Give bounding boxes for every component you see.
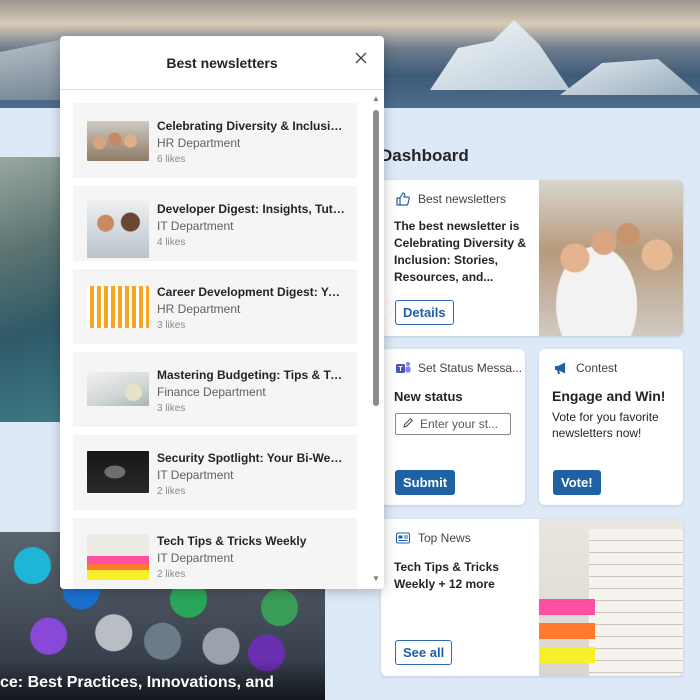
scroll-up-icon[interactable]: ▲ <box>372 95 380 103</box>
thumbnail-image <box>87 451 149 493</box>
details-button[interactable]: Details <box>395 300 454 325</box>
article-image[interactable] <box>0 157 60 422</box>
card-body-text: Tech Tips & Tricks Weekly + 12 more <box>394 560 499 591</box>
thumbnail-image <box>87 534 149 580</box>
thumbnail-image <box>87 372 149 406</box>
list-item[interactable]: Mastering Budgeting: Tips & Tri... Finan… <box>73 352 357 427</box>
dashboard-title: Dashboard <box>380 146 469 165</box>
notebook-photo <box>539 519 683 676</box>
article-caption[interactable]: ce: Best Practices, Innovations, and <box>0 674 274 692</box>
item-title: Mastering Budgeting: Tips & Tri... <box>157 368 345 382</box>
contest-card: Contest Engage and Win! Vote for you fav… <box>539 349 683 505</box>
item-likes: 2 likes <box>157 569 186 580</box>
item-department: HR Department <box>157 302 241 316</box>
card-header-label: Best newsletters <box>418 192 507 206</box>
thumbnail-image <box>87 286 149 328</box>
item-title: Security Spotlight: Your Bi-Wee... <box>157 451 345 465</box>
teams-icon: T <box>394 359 412 377</box>
thumbnail-image <box>87 200 149 258</box>
list-item[interactable]: Tech Tips & Tricks Weekly IT Department … <box>73 518 357 589</box>
svg-text:T: T <box>398 366 403 373</box>
list-item[interactable]: Developer Digest: Insights, Tuto... IT D… <box>73 186 357 261</box>
top-news-card: Top News Tech Tips & Tricks Weekly + 12 … <box>381 519 683 676</box>
new-status-label: New status <box>394 389 463 404</box>
megaphone-icon <box>552 359 570 377</box>
item-likes: 6 likes <box>157 154 186 165</box>
status-input-placeholder: Enter your st... <box>420 417 499 431</box>
item-department: Finance Department <box>157 385 266 399</box>
contest-subtext: Vote for you favorite newsletters now! <box>552 410 659 440</box>
item-title: Developer Digest: Insights, Tuto... <box>157 202 345 216</box>
best-newsletters-popup: Best newsletters Celebrating Diversity &… <box>60 36 384 589</box>
item-title: Celebrating Diversity & Inclusio... <box>157 119 345 133</box>
newsletter-list: Celebrating Diversity & Inclusio... HR D… <box>73 103 357 589</box>
card-body-text: The best newsletter is Celebrating Diver… <box>394 219 527 284</box>
news-icon <box>394 529 412 547</box>
item-department: IT Department <box>157 551 234 565</box>
popup-title: Best newsletters <box>166 55 278 71</box>
see-all-button[interactable]: See all <box>395 640 453 665</box>
best-newsletters-card: Best newsletters The best newsletter is … <box>381 180 683 336</box>
item-likes: 3 likes <box>157 403 186 414</box>
item-likes: 2 likes <box>157 486 186 497</box>
item-likes: 3 likes <box>157 320 186 331</box>
item-likes: 4 likes <box>157 237 186 248</box>
list-item[interactable]: Security Spotlight: Your Bi-Wee... IT De… <box>73 435 357 510</box>
status-input[interactable]: Enter your st... <box>395 413 511 435</box>
card-header-label: Set Status Messa... <box>418 361 523 375</box>
list-item[interactable]: Career Development Digest: Yo... HR Depa… <box>73 269 357 344</box>
thumbs-up-icon <box>394 190 412 208</box>
submit-button[interactable]: Submit <box>395 470 456 495</box>
close-icon[interactable] <box>352 49 370 67</box>
card-header-label: Contest <box>576 361 618 375</box>
item-title: Tech Tips & Tricks Weekly <box>157 534 307 548</box>
pencil-icon <box>402 417 414 432</box>
item-title: Career Development Digest: Yo... <box>157 285 345 299</box>
item-department: IT Department <box>157 468 234 482</box>
card-header-label: Top News <box>418 531 471 545</box>
newsletter-photo <box>539 180 683 336</box>
list-item[interactable]: Celebrating Diversity & Inclusio... HR D… <box>73 103 357 178</box>
item-department: IT Department <box>157 219 234 233</box>
item-department: HR Department <box>157 136 241 150</box>
contest-headline: Engage and Win! <box>552 388 666 404</box>
set-status-card: T Set Status Messa... New status Enter y… <box>381 349 525 505</box>
thumbnail-image <box>87 121 149 161</box>
scroll-down-icon[interactable]: ▼ <box>372 575 380 583</box>
scrollbar-thumb[interactable] <box>373 110 379 406</box>
vote-button[interactable]: Vote! <box>553 470 601 495</box>
